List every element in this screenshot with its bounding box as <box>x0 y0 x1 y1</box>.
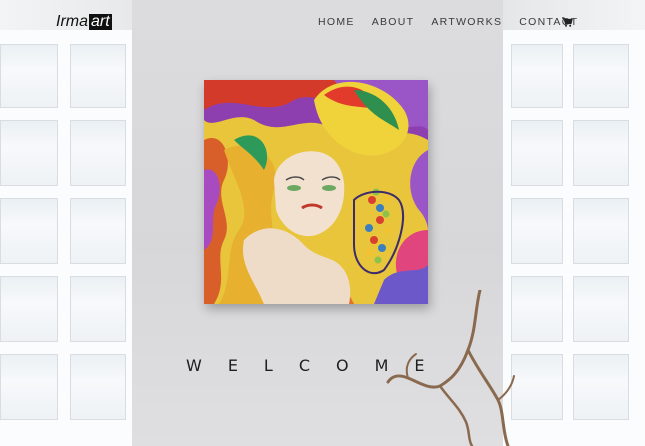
welcome-heading: WELCOME <box>186 356 451 375</box>
site-logo[interactable]: Irma art <box>56 14 112 30</box>
right-window <box>503 30 645 446</box>
logo-text-main: Irma <box>56 13 88 30</box>
shopping-cart-icon[interactable] <box>561 15 573 27</box>
left-window <box>0 30 132 446</box>
nav-home-link[interactable]: HOME <box>318 16 355 28</box>
nav-artworks-link[interactable]: ARTWORKS <box>431 16 502 28</box>
main-navigation: HOME ABOUT ARTWORKS CONTACT <box>318 16 595 28</box>
featured-painting[interactable] <box>204 80 428 304</box>
hero-scene <box>0 0 645 446</box>
nav-about-link[interactable]: ABOUT <box>372 16 415 28</box>
logo-text-highlight: art <box>89 13 112 30</box>
